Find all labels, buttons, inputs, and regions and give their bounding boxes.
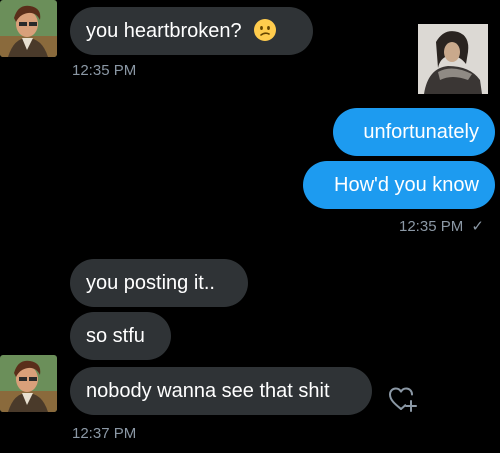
sender-avatar[interactable] — [0, 0, 57, 57]
message-text: you posting it.. — [86, 272, 215, 294]
message-text: How'd you know — [334, 174, 479, 196]
message-bubble-outgoing[interactable]: How'd you know — [303, 161, 495, 209]
user-avatar-icon — [0, 0, 57, 57]
message-bubble-incoming[interactable]: you posting it.. — [70, 259, 248, 307]
message-text: nobody wanna see that shit — [86, 380, 330, 402]
timestamp-text: 12:35 PM — [399, 218, 464, 235]
timestamp: 12:35 PM — [72, 62, 137, 79]
sender-avatar[interactable] — [0, 355, 57, 412]
shared-photo-icon — [418, 24, 488, 94]
message-bubble-incoming[interactable]: you heartbroken? — [70, 7, 313, 55]
read-receipt-icon: ✓ — [471, 218, 484, 235]
user-avatar-icon — [0, 355, 57, 412]
message-text: so stfu — [86, 325, 145, 347]
message-bubble-incoming[interactable]: nobody wanna see that shit — [70, 367, 372, 415]
add-reaction-heart-icon — [389, 387, 417, 412]
message-text: you heartbroken? — [86, 20, 242, 42]
message-bubble-outgoing[interactable]: unfortunately — [333, 108, 495, 156]
shared-photo[interactable] — [418, 24, 488, 94]
message-text: unfortunately — [363, 121, 479, 143]
confused-face-emoji-icon — [254, 18, 277, 41]
message-bubble-incoming[interactable]: so stfu — [70, 312, 171, 360]
timestamp: 12:35 PM ✓ — [399, 217, 484, 235]
add-reaction-button[interactable] — [385, 382, 419, 416]
timestamp: 12:37 PM — [72, 425, 137, 442]
